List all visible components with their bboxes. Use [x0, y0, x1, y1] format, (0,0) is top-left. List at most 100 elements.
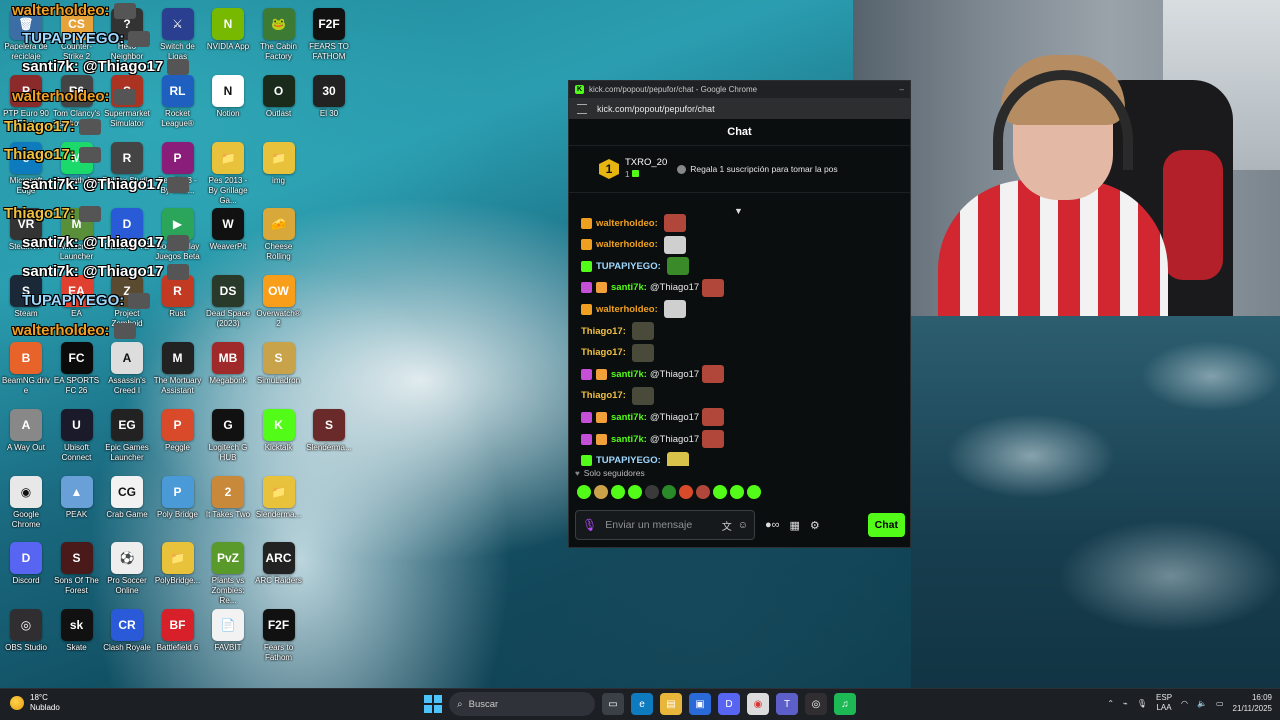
clock[interactable]: 16:09 21/11/2025: [1233, 692, 1272, 714]
desktop-icon[interactable]: G Logitech G HUB: [203, 405, 253, 463]
desktop-icon[interactable]: 🐸 The Cabin Factory: [254, 4, 304, 62]
quick-emote-icon[interactable]: [645, 485, 659, 499]
chat-emote-icon[interactable]: [631, 343, 654, 362]
desktop-icon[interactable]: S Sons Of The Forest: [52, 538, 102, 596]
chat-message-input[interactable]: 🎙 Enviar un mensaje 文 ☺: [575, 510, 755, 540]
pinned-user[interactable]: TXRO_20 1: [625, 157, 667, 181]
chat-username[interactable]: TUPAPIYEGO:: [596, 261, 661, 272]
chat-emote-icon[interactable]: [702, 278, 725, 297]
desktop-icon[interactable]: ▲ PEAK: [52, 472, 102, 520]
discord-icon[interactable]: D: [718, 693, 740, 715]
translate-icon[interactable]: 文: [722, 518, 732, 533]
chat-message[interactable]: santi7k: @Thiago17: [581, 278, 725, 297]
desktop-icon[interactable]: ◉ Google Chrome: [1, 472, 51, 530]
desktop-icon[interactable]: 📁 PolyBridge...: [153, 538, 203, 586]
chat-username[interactable]: santi7k:: [611, 434, 647, 445]
desktop-icon[interactable]: N NVIDIA App: [203, 4, 253, 52]
desktop-icon[interactable]: U Ubisoft Connect: [52, 405, 102, 463]
desktop-icon[interactable]: 30 El 30: [304, 71, 354, 119]
chat-emote-icon[interactable]: [663, 235, 686, 254]
desktop-icon[interactable]: W WeaverPit: [203, 204, 253, 252]
chat-username[interactable]: santi7k:: [611, 282, 647, 293]
desktop-icon[interactable]: RL Rocket League®: [153, 71, 203, 129]
chat-message[interactable]: santi7k: @Thiago17: [581, 365, 725, 384]
desktop-icon[interactable]: O Outlast: [254, 71, 304, 119]
desktop-icon[interactable]: M The Mortuary Assistant: [153, 338, 203, 396]
window-titlebar[interactable]: K kick.com/popout/pepufor/chat - Google …: [569, 81, 910, 98]
desktop-icon[interactable]: EG Epic Games Launcher: [102, 405, 152, 463]
user-badge-icon[interactable]: [581, 217, 592, 229]
chat-username[interactable]: Thiago17:: [581, 326, 626, 337]
user-badge-icon[interactable]: [581, 282, 592, 294]
user-badge-icon[interactable]: [581, 260, 592, 272]
chat-username[interactable]: santi7k:: [611, 369, 647, 380]
desktop-icon[interactable]: N Notion: [203, 71, 253, 119]
user-badge-icon[interactable]: [581, 239, 592, 251]
desktop-icon[interactable]: 🧀 Cheese Rolling: [254, 204, 304, 262]
desktop-icon[interactable]: K Kicktalk: [254, 405, 304, 453]
desktop-icon[interactable]: ⚔ Switch de Ligas: [153, 4, 203, 62]
desktop-icon[interactable]: DS Dead Space (2023): [203, 271, 253, 329]
quick-emote-icon[interactable]: [662, 485, 676, 499]
microphone-tray-icon[interactable]: 🎙: [1137, 699, 1147, 708]
edge-icon[interactable]: e: [631, 693, 653, 715]
chat-emote-icon[interactable]: [631, 386, 654, 405]
spotify-icon[interactable]: ♫: [834, 693, 856, 715]
chat-message[interactable]: TUPAPIYEGO:: [581, 257, 689, 276]
chat-emote-icon[interactable]: [666, 257, 689, 276]
quick-emote-icon[interactable]: [577, 485, 591, 499]
chat-emote-icon[interactable]: [702, 430, 725, 448]
desktop-icon[interactable]: B BeamNG.drive: [1, 338, 51, 396]
emoji-picker-icon[interactable]: ☺: [738, 520, 748, 531]
show-hidden-icons-chevron-icon[interactable]: ⌃: [1107, 699, 1114, 708]
quick-emote-icon[interactable]: [611, 485, 625, 499]
obs-icon[interactable]: ◎: [805, 693, 827, 715]
chat-message-list[interactable]: ▼ walterholdeo: walterholdeo: TUPAPIYEGO: s…: [569, 206, 910, 466]
chat-emote-icon[interactable]: [702, 408, 725, 427]
chrome-popout-window[interactable]: K kick.com/popout/pepufor/chat - Google …: [568, 80, 911, 548]
quick-emote-icon[interactable]: [713, 485, 727, 499]
desktop-icon[interactable]: 📄 FAVBIT: [203, 605, 253, 653]
user-badge-icon[interactable]: [581, 368, 592, 380]
user-badge-icon[interactable]: [596, 433, 607, 445]
chat-message[interactable]: TUPAPIYEGO:: [581, 451, 689, 466]
desktop-icon[interactable]: F2F FEARS TO FATHOM: [304, 4, 354, 62]
url-text[interactable]: kick.com/popout/pepufor/chat: [597, 104, 715, 114]
user-badge-icon[interactable]: [581, 455, 592, 466]
chat-emote-icon[interactable]: [631, 322, 654, 340]
chrome-icon[interactable]: ◉: [747, 693, 769, 715]
language-indicator[interactable]: ESP LAA: [1156, 693, 1172, 713]
site-settings-icon[interactable]: [577, 103, 587, 114]
microphone-icon[interactable]: 🎙: [582, 518, 597, 532]
desktop-icon[interactable]: BF Battlefield 6: [153, 605, 203, 653]
user-badge-icon[interactable]: [581, 303, 592, 315]
desktop-icon[interactable]: PvZ Plants vs Zombies: Re...: [203, 538, 253, 606]
desktop-icon[interactable]: F2F Fears to Fathom: [254, 605, 304, 663]
teams-icon[interactable]: T: [776, 693, 798, 715]
chat-message[interactable]: walterholdeo:: [581, 214, 686, 232]
chat-message[interactable]: Thiago17:: [581, 343, 654, 362]
desktop-icon[interactable]: CR Clash Royale: [102, 605, 152, 653]
desktop-icon[interactable]: ARC ARC Raiders: [254, 538, 304, 586]
desktop-icon[interactable]: A Assassin's Creed I: [102, 338, 152, 396]
chat-message[interactable]: Thiago17:: [581, 322, 654, 340]
desktop-icon[interactable]: P Poly Bridge: [153, 472, 203, 520]
wifi-icon[interactable]: ◠: [1181, 699, 1188, 708]
address-bar[interactable]: kick.com/popout/pepufor/chat: [569, 98, 910, 119]
pinned-gifter-banner[interactable]: 1 TXRO_20 1 Regala 1 suscripción para to…: [569, 146, 910, 193]
start-button-windows-icon[interactable]: [424, 695, 442, 713]
user-badge-icon[interactable]: [581, 433, 592, 445]
desktop-icon[interactable]: FC EA SPORTS FC 26: [52, 338, 102, 396]
desktop-icon[interactable]: D Discord: [1, 538, 51, 586]
weather-widget[interactable]: 18°C Nublado: [10, 693, 60, 713]
quick-emote-icon[interactable]: [628, 485, 642, 499]
chat-emote-icon[interactable]: [666, 451, 689, 466]
shop-icon[interactable]: ▦: [790, 519, 800, 532]
desktop-icon[interactable]: 📁 Slenderma...: [254, 472, 304, 520]
desktop-icon[interactable]: MB Megabonk: [203, 338, 253, 386]
chat-username[interactable]: Thiago17:: [581, 347, 626, 358]
desktop-icon[interactable]: 📁 img: [254, 138, 304, 186]
taskbar-search-box[interactable]: ⌕ Buscar: [449, 692, 595, 716]
user-badge-icon[interactable]: [596, 368, 607, 380]
chat-emote-icon[interactable]: [663, 214, 686, 232]
